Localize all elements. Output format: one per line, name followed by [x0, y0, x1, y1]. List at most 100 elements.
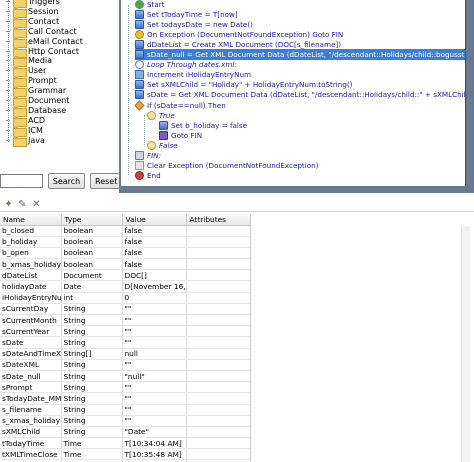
variable-value: false: [122, 247, 187, 260]
table-row[interactable]: b_xmas_holiday boolean false: [0, 258, 251, 271]
edit-variable-icon[interactable]: ✎: [17, 199, 28, 210]
vertical-scrollbar[interactable]: [461, 226, 470, 462]
variable-attributes: [186, 381, 251, 394]
variable-name: iHolidayEntryNum: [0, 292, 62, 304]
false-icon: [147, 140, 156, 150]
code-line-text: FIN:: [147, 150, 162, 160]
tree-branch: [6, 129, 10, 131]
table-row[interactable]: b_closed boolean false: [0, 225, 251, 237]
get-data-icon: [135, 50, 144, 60]
variable-name: s_filename: [0, 404, 62, 416]
code-line-text: Set sXMLChild = "Holiday" + HolidayEntry…: [147, 80, 353, 90]
variable-name: tXMLTimeClose: [0, 448, 62, 461]
code-line[interactable]: Clear Exception (DocumentNotFoundExcepti…: [135, 160, 319, 171]
tree-item-label: ACD: [28, 115, 46, 125]
table-row[interactable]: s_xmas_holiday String "": [0, 415, 251, 427]
variable-attributes: [186, 359, 251, 371]
table-row[interactable]: sTodayDate_MMDDString"": [0, 392, 251, 405]
end-icon: [135, 170, 144, 180]
variable-name: holidayDate: [0, 280, 62, 293]
table-row[interactable]: sDateAndTimeXMLString[]null: [0, 348, 251, 360]
table-row[interactable]: holidayDateDateD[November 16, 2...: [0, 280, 251, 293]
code-line-text: Set todaysDate = new Date(): [147, 20, 253, 30]
folder-icon: [13, 86, 27, 98]
code-line-text: Set b_holiday = false: [171, 120, 248, 130]
increment-icon: [135, 70, 144, 80]
column-header-attributes[interactable]: Attributes: [186, 214, 251, 226]
column-header-type[interactable]: Type: [61, 214, 123, 226]
folder-icon: [13, 105, 27, 117]
code-line-text: Increment iHolidayEntryNum: [147, 70, 251, 80]
variable-value: false: [122, 225, 187, 237]
variable-name: b_xmas_holiday: [0, 258, 62, 271]
table-row[interactable]: sDateXML String "": [0, 359, 251, 371]
tree-branch: [6, 40, 10, 42]
table-row[interactable]: b_open boolean false: [0, 247, 251, 260]
tree-branch: [6, 109, 10, 111]
variable-attributes: [186, 426, 251, 439]
table-row[interactable]: b_holiday boolean false: [0, 236, 251, 248]
delete-variable-icon[interactable]: ✕: [31, 199, 42, 210]
variable-attributes: [186, 225, 251, 237]
variable-value: "": [122, 336, 187, 349]
table-row[interactable]: sDate_null String "null": [0, 370, 251, 383]
table-row[interactable]: sPrompt String "": [0, 381, 251, 394]
folder-icon: [13, 125, 27, 137]
table-row[interactable]: tTodayTime Time T[10:34:04 AM]: [0, 437, 251, 450]
start-icon: [135, 0, 144, 9]
variable-name: sTodayDate_MMDD: [0, 392, 62, 405]
table-row[interactable]: tXMLTimeClose Time T[10:35:48 AM]: [0, 448, 251, 461]
code-line[interactable]: End: [135, 170, 161, 181]
variable-attributes: [186, 404, 251, 416]
table-row[interactable]: sCurrentDay String "": [0, 303, 251, 316]
variable-attributes: [186, 269, 251, 282]
label-icon: [135, 150, 144, 160]
tree-branch: [6, 100, 10, 101]
variable-value: "Date": [122, 426, 187, 439]
create-doc-icon: [135, 40, 144, 50]
table-row[interactable]: iHolidayEntryNumint0: [0, 292, 251, 304]
script-editor[interactable]: Start Set tTodayTime = T[now] Set todaysDa…: [121, 0, 466, 186]
code-line-text: Goto FIN: [171, 130, 203, 140]
variable-attributes: [186, 292, 251, 304]
table-row[interactable]: s_filename String "": [0, 404, 251, 416]
reset-button[interactable]: Reset: [90, 173, 120, 189]
set-icon: [135, 10, 144, 20]
table-row[interactable]: dDateList Document DOC[]: [0, 269, 251, 282]
variable-type: Date: [61, 280, 123, 293]
variable-type: String: [61, 370, 123, 383]
variable-type: Time: [61, 448, 123, 461]
table-row[interactable]: sDate String "": [0, 336, 251, 349]
folder-icon: [13, 96, 27, 107]
code-line-text: sDate = Get XML Document Data (dDateList…: [147, 90, 466, 100]
variable-value: "": [122, 359, 187, 371]
variable-value: "": [122, 404, 187, 416]
tree-item-label: Database: [28, 105, 67, 115]
variable-name: s_xmas_holiday: [0, 415, 62, 427]
tree-item[interactable]: Java: [6, 135, 45, 147]
tree-item-label: Session: [28, 6, 59, 16]
variable-attributes: [186, 303, 251, 316]
variable-type: String: [61, 336, 123, 349]
variable-name: sXMLChild: [0, 426, 62, 439]
tree-branch: [6, 119, 10, 121]
column-header-name[interactable]: Name: [0, 214, 62, 226]
if-icon: [134, 99, 145, 111]
add-variable-icon[interactable]: ✦: [3, 199, 14, 210]
code-line-text: sDate_null = Get XML Document Data (dDat…: [147, 50, 466, 60]
variable-name: b_holiday: [0, 236, 62, 248]
column-header-value[interactable]: Value: [122, 214, 187, 226]
folder-icon: [13, 115, 27, 127]
variable-value: false: [122, 236, 187, 248]
variable-value: "": [122, 392, 187, 405]
code-line-text: Start: [147, 0, 165, 9]
table-row[interactable]: sCurrentYear String "": [0, 325, 251, 338]
variable-name: b_open: [0, 247, 62, 260]
variable-name: sDate_null: [0, 370, 62, 383]
table-row[interactable]: sXMLChild String "Date": [0, 426, 251, 439]
tree-item-label: Prompt: [28, 76, 57, 86]
table-row[interactable]: sCurrentMonth String "": [0, 314, 251, 327]
search-input[interactable]: [0, 174, 43, 188]
search-button[interactable]: Search: [48, 173, 85, 189]
variable-type: Document: [61, 269, 123, 282]
